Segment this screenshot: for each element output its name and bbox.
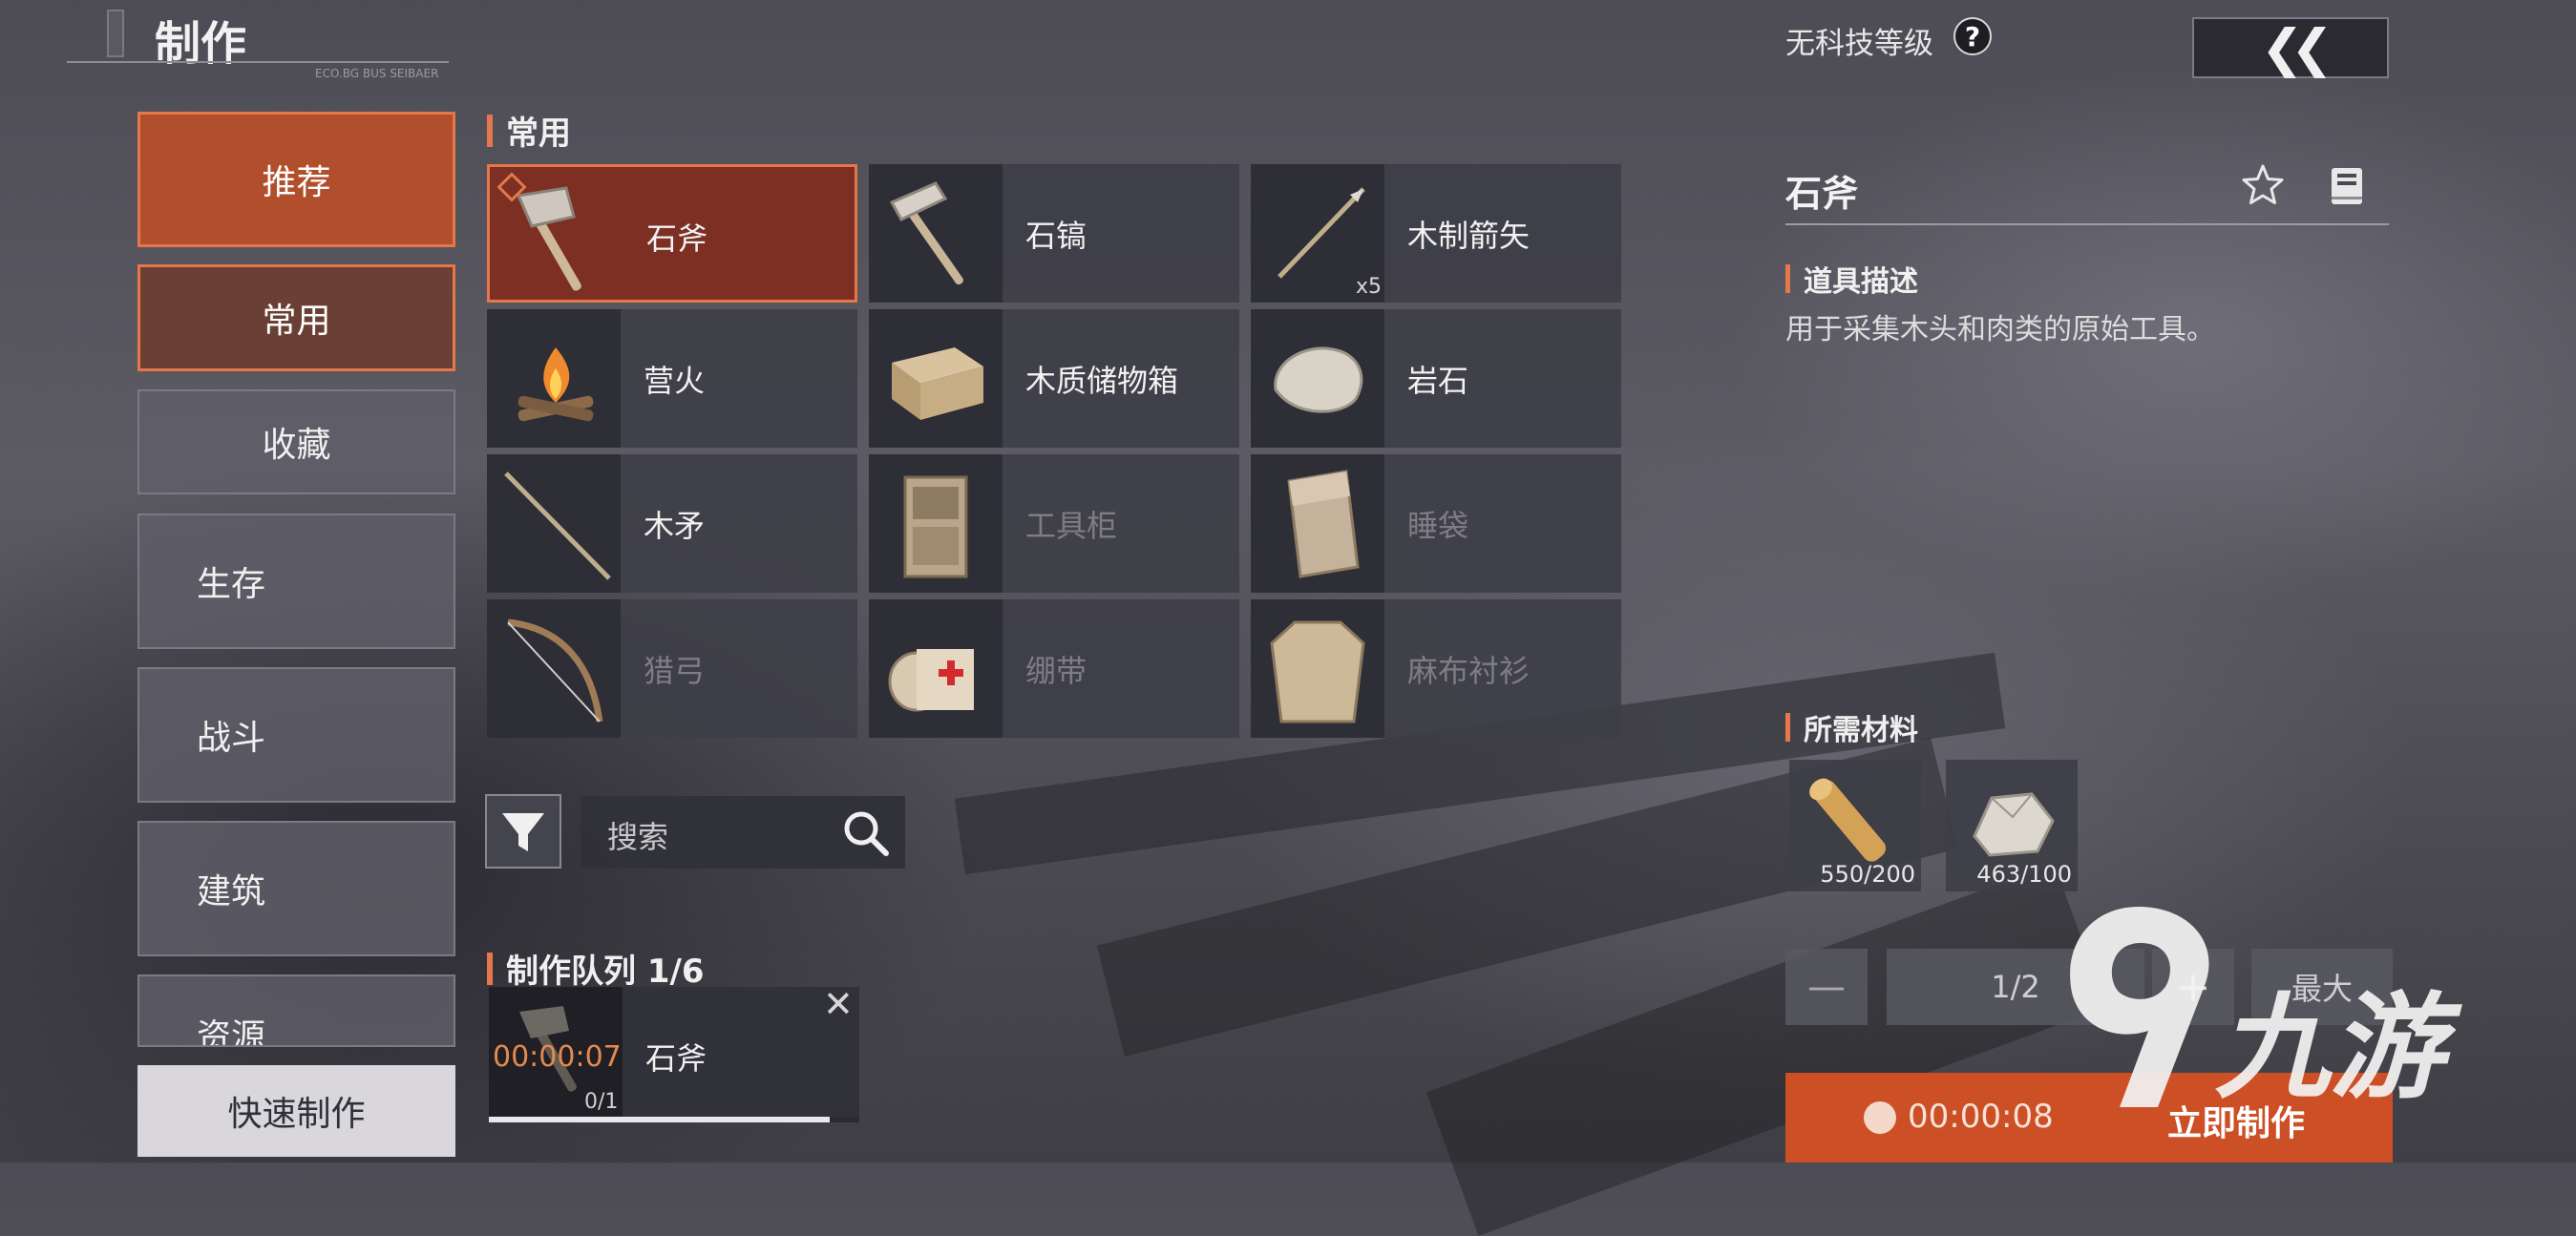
recipe-book-icon[interactable] (2326, 164, 2368, 208)
section-accent-bar (487, 952, 493, 985)
search-icon[interactable] (833, 800, 899, 867)
nav-favorites[interactable]: 收藏 (137, 389, 455, 494)
stack-count-badge: x5 (1356, 275, 1383, 299)
watermark-text: 九游 (2215, 982, 2444, 1115)
craft-item-stone-axe[interactable]: 石斧 (487, 164, 857, 303)
material-stone[interactable]: 463/100 (1946, 760, 2078, 891)
queue-item-timer: 00:00:07 (493, 1040, 622, 1074)
nav-common[interactable]: 常用 (137, 264, 455, 371)
quick-craft-label: 快速制作 (227, 1095, 366, 1134)
craft-item-wooden-storage-box[interactable]: 木质储物箱 (869, 309, 1239, 448)
nav-building[interactable]: 建筑 (137, 821, 455, 956)
section-accent-bar (1785, 264, 1790, 293)
hunting-bow-icon (487, 599, 621, 738)
craft-item-sleeping-bag[interactable]: 睡袋 (1251, 454, 1621, 593)
selected-item-name: 石斧 (1785, 173, 1859, 215)
title-subtext: ECO.BG BUS SEIBAER (315, 67, 439, 80)
section-title: 常用 (506, 115, 571, 153)
description-header: 道具描述 (1785, 258, 1918, 300)
nav-combat[interactable]: 战斗 (137, 667, 455, 803)
nav-favorites-label: 收藏 (262, 426, 331, 465)
craft-item-label: 木矛 (644, 508, 706, 544)
burlap-shirt-icon (1251, 599, 1384, 738)
help-icon[interactable]: ? (1953, 17, 1992, 55)
double-chevron-left-icon: ❮❮ (2260, 17, 2333, 78)
craft-item-tool-cupboard[interactable]: 工具柜 (869, 454, 1239, 593)
queue-progress-bar (489, 1117, 859, 1122)
craft-item-bandage[interactable]: 绷带 (869, 599, 1239, 738)
nav-survival[interactable]: 生存 (137, 513, 455, 649)
craft-time: 00:00:08 (1908, 1098, 2054, 1136)
craft-item-label: 猎弓 (644, 653, 706, 689)
craft-item-label: 木制箭矢 (1407, 218, 1531, 254)
nav-resources[interactable]: 资源 (137, 974, 455, 1047)
craft-item-label: 绷带 (1025, 653, 1087, 689)
nav-survival-label: 生存 (197, 565, 266, 604)
craft-item-wooden-spear[interactable]: 木矛 (487, 454, 857, 593)
search-placeholder: 搜索 (607, 819, 669, 855)
queue-item-name: 石斧 (645, 1040, 707, 1077)
craft-item-label: 岩石 (1407, 363, 1469, 399)
material-count: 550/200 (1820, 861, 1915, 888)
materials-title: 所需材料 (1804, 714, 1918, 747)
sleeping-bag-icon (1251, 454, 1384, 593)
clock-icon (1864, 1101, 1896, 1134)
item-name-divider (1785, 223, 2389, 225)
tech-level-label: 无科技等级 (1785, 27, 1933, 61)
description-title: 道具描述 (1804, 265, 1918, 299)
material-wood[interactable]: 550/200 (1789, 760, 1921, 891)
craft-item-label: 木质储物箱 (1025, 363, 1179, 399)
jiuyou-watermark-logo: 九游 (2053, 888, 2568, 1117)
collapse-back-button[interactable]: ❮❮ (2192, 17, 2389, 78)
craft-item-label: 石斧 (646, 220, 708, 257)
tool-cupboard-icon (869, 454, 1003, 593)
craft-item-label: 麻布衬衫 (1407, 653, 1531, 689)
title-ornament (107, 10, 124, 57)
nav-resources-label: 资源 (197, 1017, 266, 1047)
filter-button[interactable] (485, 794, 561, 869)
nav-recommend-label: 推荐 (262, 163, 331, 202)
queue-title: 制作队列 1/6 (506, 953, 705, 991)
section-accent-bar (1785, 713, 1790, 742)
craft-item-wooden-arrow[interactable]: x5 木制箭矢 (1251, 164, 1621, 303)
craft-item-label: 睡袋 (1407, 508, 1469, 544)
favorite-star-icon[interactable] (2240, 162, 2286, 208)
craft-item-rock[interactable]: 岩石 (1251, 309, 1621, 448)
close-icon[interactable]: ✕ (823, 983, 854, 1025)
nav-building-label: 建筑 (197, 872, 266, 911)
craft-item-burlap-shirt[interactable]: 麻布衬衫 (1251, 599, 1621, 738)
queue-progress-fill (489, 1117, 830, 1122)
craft-item-campfire[interactable]: 营火 (487, 309, 857, 448)
materials-header: 所需材料 (1785, 706, 1918, 748)
rock-icon (1251, 309, 1384, 448)
campfire-icon (487, 309, 621, 448)
section-accent-bar (487, 114, 493, 147)
quick-craft-button[interactable]: 快速制作 (137, 1065, 455, 1157)
wooden-storage-box-icon (869, 309, 1003, 448)
craft-item-stone-pickaxe[interactable]: 石镐 (869, 164, 1239, 303)
craft-item-label: 工具柜 (1025, 508, 1118, 544)
queue-item-count: 0/1 (584, 1090, 619, 1114)
craft-item-hunting-bow[interactable]: 猎弓 (487, 599, 857, 738)
quantity-decrease-button[interactable]: — (1785, 949, 1868, 1025)
filter-funnel-icon (502, 813, 544, 851)
craft-item-label: 石镐 (1025, 218, 1087, 254)
item-description: 用于采集木头和肉类的原始工具。 (1785, 313, 2215, 346)
nav-combat-label: 战斗 (197, 719, 266, 758)
title-divider (67, 61, 449, 63)
material-count: 463/100 (1976, 861, 2072, 888)
queue-header: 制作队列 1/6 (487, 945, 705, 992)
nav-common-label: 常用 (262, 302, 331, 341)
craft-item-label: 营火 (644, 363, 706, 399)
bandage-icon (869, 599, 1003, 738)
stone-pickaxe-icon (869, 164, 1003, 303)
wooden-spear-icon (487, 454, 621, 593)
nav-recommend[interactable]: 推荐 (137, 112, 455, 247)
section-header-common: 常用 (487, 107, 571, 154)
